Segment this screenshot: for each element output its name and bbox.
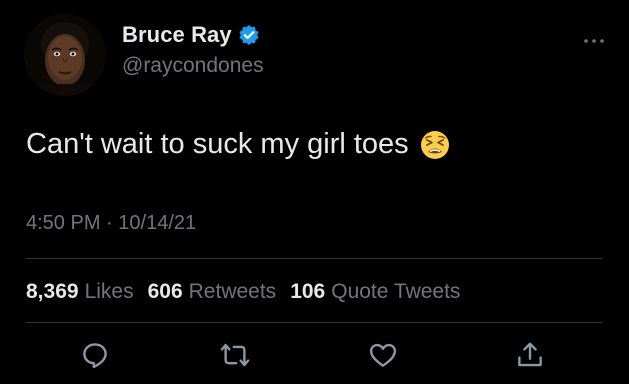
tweet-card: Bruce Ray @raycondones Can't wait to suc… <box>0 0 629 384</box>
tired-face-emoji-icon <box>419 129 451 161</box>
share-icon <box>518 342 542 367</box>
likes-stat[interactable]: 8,369 Likes <box>26 280 134 304</box>
quote-tweets-count: 106 <box>290 280 326 303</box>
reply-icon <box>83 343 107 369</box>
tweet-actions <box>0 340 629 374</box>
tweet-text: Can't wait to suck my girl toes <box>26 128 409 160</box>
tweet-body: Can't wait to suck my girl toes <box>26 128 451 161</box>
retweet-button[interactable] <box>220 340 250 370</box>
display-name[interactable]: Bruce Ray <box>122 22 232 48</box>
verified-badge-icon <box>238 24 260 46</box>
user-handle[interactable]: @raycondones <box>122 54 264 78</box>
tweet-time: 4:50 PM <box>26 212 101 234</box>
quote-tweets-label: Quote Tweets <box>331 280 461 303</box>
tweet-timestamp[interactable]: 4:50 PM · 10/14/21 <box>26 212 196 235</box>
like-button[interactable] <box>368 340 398 370</box>
likes-label: Likes <box>84 280 134 303</box>
divider <box>26 258 603 259</box>
tweet-stats: 8,369 Likes 606 Retweets 106 Quote Tweets <box>26 280 460 304</box>
avatar-photo <box>24 14 106 96</box>
retweets-label: Retweets <box>188 280 277 303</box>
retweets-stat[interactable]: 606 Retweets <box>148 280 277 304</box>
tweet-date: 10/14/21 <box>118 212 197 234</box>
retweets-count: 606 <box>147 280 183 303</box>
reply-button[interactable] <box>80 340 110 370</box>
likes-count: 8,369 <box>26 280 79 303</box>
quote-tweets-stat[interactable]: 106 Quote Tweets <box>290 280 460 304</box>
more-options-icon[interactable] <box>583 32 605 43</box>
retweet-icon <box>220 343 250 367</box>
divider <box>26 322 603 323</box>
avatar[interactable] <box>24 14 106 96</box>
author-name-row: Bruce Ray <box>122 22 260 48</box>
timestamp-separator: · <box>106 212 113 234</box>
like-icon <box>369 343 397 367</box>
share-button[interactable] <box>515 340 545 370</box>
